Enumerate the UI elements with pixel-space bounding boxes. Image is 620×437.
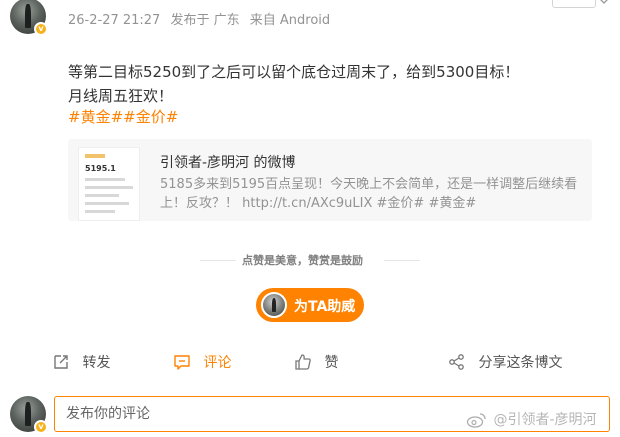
thumb-line	[85, 194, 119, 197]
share-button[interactable]: 分享这条博文	[448, 352, 562, 376]
thumb-line	[85, 186, 133, 189]
thumb-header-bar	[85, 154, 105, 158]
comment-button[interactable]: 评论	[173, 352, 231, 376]
thumb-line	[85, 210, 115, 213]
repost-button[interactable]: 转发	[52, 352, 110, 376]
action-bar: 转发 评论 赞 分享这条博文	[0, 352, 620, 376]
card-title[interactable]: 引领者-彦明河 的微博	[160, 152, 296, 172]
comment-icon	[174, 355, 190, 370]
thumb-line	[85, 178, 125, 181]
reward-divider: 点赞是美意，赞赏是鼓励	[0, 252, 620, 268]
divider-text: 点赞是美意，赞赏是鼓励	[242, 254, 363, 267]
thumb-price-text: 5195.1	[85, 164, 116, 173]
reward-avatar	[261, 292, 287, 318]
comment-label: 评论	[203, 355, 232, 371]
reward-avatar-figure	[271, 297, 277, 313]
card-thumbnail: 5195.1	[78, 147, 140, 221]
weibo-logo-icon	[466, 413, 486, 428]
like-label: 赞	[324, 355, 339, 371]
post-location: 发布于 广东	[170, 13, 240, 28]
post-meta: 26-2-27 21:27 发布于 广东 来自 Android	[68, 9, 336, 28]
repost-icon	[54, 355, 68, 369]
post-hashtags[interactable]: #黄金##金价#	[68, 106, 178, 127]
avatar-figure	[25, 4, 31, 28]
reward-button-label: 为TA助威	[294, 299, 356, 315]
share-label: 分享这条博文	[478, 355, 563, 371]
divider-line-right	[384, 260, 420, 261]
thumb-line	[85, 202, 129, 205]
post-source: 来自 Android	[249, 13, 331, 28]
follow-button[interactable]	[552, 0, 596, 8]
thumbs-up-icon	[295, 354, 311, 370]
share-icon	[449, 354, 464, 370]
post-text-line-2: 月线周五狂欢！	[68, 87, 174, 105]
reward-button[interactable]: 为TA助威	[256, 288, 364, 322]
post-timestamp[interactable]: 26-2-27 21:27	[68, 13, 160, 28]
repost-label: 转发	[82, 355, 111, 371]
card-body: 5185多来到5195百点呈现！今天晚上不会简单，还是一样调整后继续看上！反攻？…	[160, 177, 578, 211]
watermark-text: @引领者-彦明河	[493, 412, 597, 428]
more-options-icon[interactable]	[598, 0, 610, 8]
verified-badge-icon: v	[34, 22, 48, 36]
avatar-figure	[25, 402, 31, 426]
linked-post-card[interactable]: 5195.1 引领者-彦明河 的微博 5185多来到5195百点呈现！今天晚上不…	[68, 139, 592, 221]
verified-badge-icon: v	[34, 420, 48, 434]
divider-line-left	[200, 260, 236, 261]
post-text-line-1: 等第二目标5250到了之后可以留个底仓过周末了，给到5300目标！	[68, 63, 520, 81]
like-button[interactable]: 赞	[294, 352, 338, 376]
post-content: 等第二目标5250到了之后可以留个底仓过周末了，给到5300目标！ 月线周五狂欢…	[68, 60, 588, 108]
weibo-watermark: @引领者-彦明河	[466, 409, 597, 429]
